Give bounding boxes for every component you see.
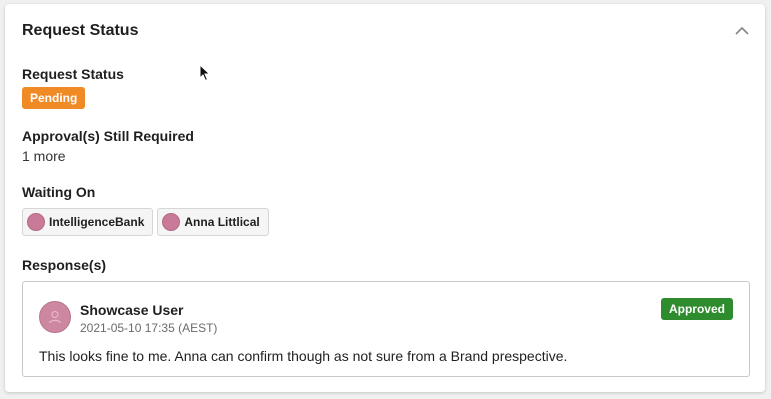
responses-label: Response(s) <box>22 257 107 273</box>
user-avatar-icon <box>39 301 71 333</box>
waiting-on-label: Waiting On <box>22 184 96 200</box>
chip-label: IntelligenceBank <box>49 215 145 229</box>
collapse-button[interactable] <box>731 21 753 39</box>
request-status-panel: Request Status Request Status Pending Ap… <box>5 4 765 392</box>
status-badge-approved: Approved <box>660 298 733 320</box>
response-user-name: Showcase User <box>80 302 184 318</box>
status-badge-pending: Pending <box>22 87 86 109</box>
avatar-icon <box>27 213 45 231</box>
response-timestamp: 2021-05-10 17:35 (AEST) <box>80 321 218 335</box>
approvals-required-value: 1 more <box>22 148 66 164</box>
waiting-on-chip-intelligencebank[interactable]: IntelligenceBank <box>22 208 154 236</box>
request-status-label: Request Status <box>22 66 124 82</box>
approvals-required-label: Approval(s) Still Required <box>22 128 194 144</box>
waiting-on-list: IntelligenceBank Anna Littlical <box>22 208 269 236</box>
response-card: Showcase User 2021-05-10 17:35 (AEST) Ap… <box>22 281 750 377</box>
chip-label: Anna Littlical <box>184 215 260 229</box>
avatar-icon <box>162 213 181 231</box>
user-icon <box>48 310 62 324</box>
panel-header[interactable]: Request Status <box>22 21 765 45</box>
chevron-up-icon <box>735 26 749 34</box>
mouse-cursor-icon <box>199 64 211 82</box>
waiting-on-chip-anna-littlical[interactable]: Anna Littlical <box>157 208 269 236</box>
panel-title: Request Status <box>22 22 139 39</box>
response-comment: This looks fine to me. Anna can confirm … <box>39 348 568 364</box>
